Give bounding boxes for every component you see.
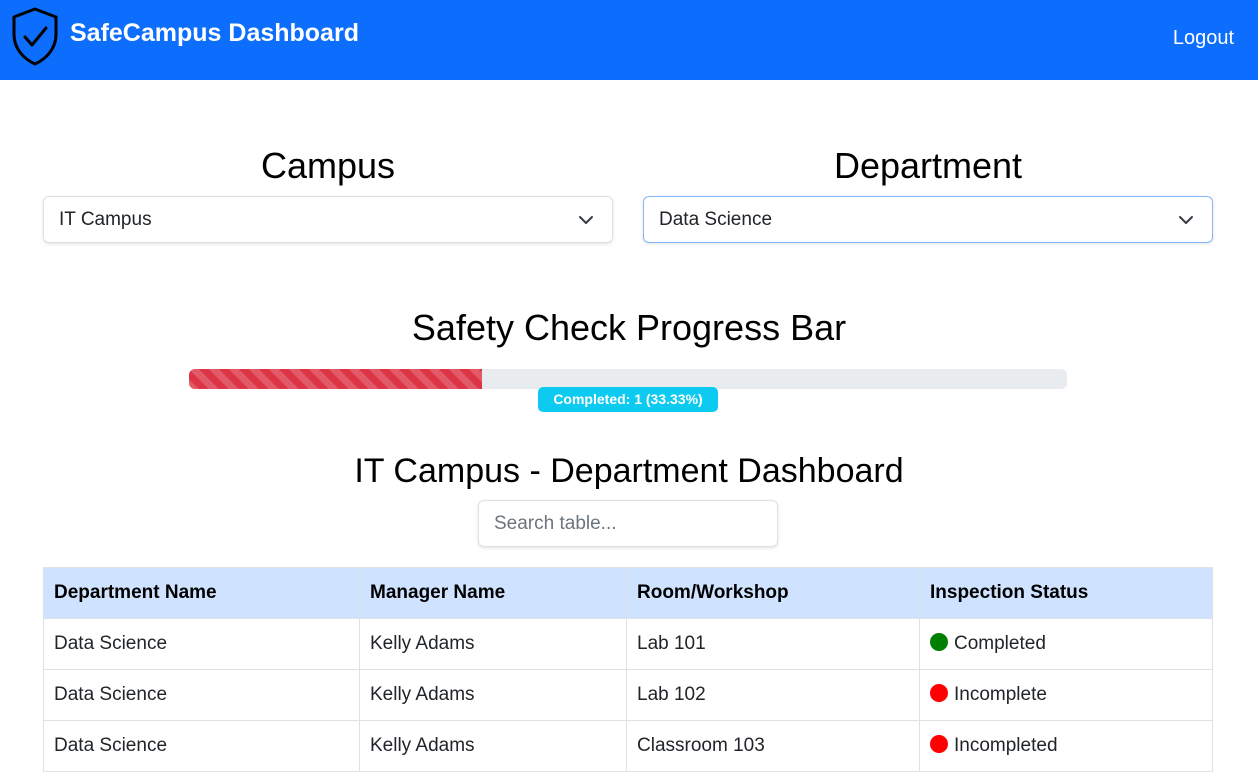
room-cell: Lab 102: [626, 669, 920, 721]
logout-link[interactable]: Logout: [1173, 24, 1234, 52]
table-header-row: Department Name Manager Name Room/Worksh…: [43, 567, 1213, 619]
department-cell: Data Science: [43, 618, 360, 670]
campus-label: Campus: [260, 145, 396, 186]
table-row[interactable]: Data Science Kelly Adams Classroom 103 I…: [43, 720, 1213, 772]
department-cell: Data Science: [43, 669, 360, 721]
chevron-down-icon: [579, 216, 593, 224]
table-row[interactable]: Data Science Kelly Adams Lab 102 Incompl…: [43, 669, 1213, 721]
status-text: Completed: [954, 633, 1046, 654]
chevron-down-icon: [1179, 216, 1193, 224]
navbar: SafeCampus Dashboard Logout: [0, 0, 1258, 80]
column-header-room[interactable]: Room/Workshop: [626, 567, 920, 619]
status-cell: Incompleted: [919, 720, 1213, 772]
status-text: Incomplete: [954, 684, 1047, 705]
department-label: Department: [833, 145, 1023, 186]
status-cell: Completed: [919, 618, 1213, 670]
manager-cell: Kelly Adams: [359, 669, 627, 721]
department-select-value: Data Science: [659, 209, 773, 230]
shield-check-icon: [12, 7, 58, 66]
column-header-status[interactable]: Inspection Status: [919, 567, 1213, 619]
dashboard-title: IT Campus - Department Dashboard: [354, 452, 904, 490]
status-dot-icon: [930, 735, 948, 753]
status-text: Incompleted: [954, 735, 1058, 756]
status-dot-icon: [930, 684, 948, 702]
column-header-department[interactable]: Department Name: [43, 567, 360, 619]
status-cell: Incomplete: [919, 669, 1213, 721]
progress-badge: Completed: 1 (33.33%): [538, 387, 718, 412]
table-row[interactable]: Data Science Kelly Adams Lab 101 Complet…: [43, 618, 1213, 670]
room-cell: Classroom 103: [626, 720, 920, 772]
safety-progress-bar: [189, 369, 1067, 389]
progress-fill: [189, 369, 482, 389]
manager-cell: Kelly Adams: [359, 720, 627, 772]
brand-title[interactable]: SafeCampus Dashboard: [70, 17, 359, 49]
department-table: Department Name Manager Name Room/Worksh…: [43, 567, 1213, 772]
status-dot-icon: [930, 633, 948, 651]
department-cell: Data Science: [43, 720, 360, 772]
progress-title: Safety Check Progress Bar: [411, 307, 847, 348]
campus-select-value: IT Campus: [59, 209, 152, 230]
campus-select[interactable]: IT Campus: [43, 196, 613, 243]
column-header-manager[interactable]: Manager Name: [359, 567, 627, 619]
room-cell: Lab 101: [626, 618, 920, 670]
department-select[interactable]: Data Science: [643, 196, 1213, 243]
manager-cell: Kelly Adams: [359, 618, 627, 670]
search-input[interactable]: [478, 500, 778, 547]
